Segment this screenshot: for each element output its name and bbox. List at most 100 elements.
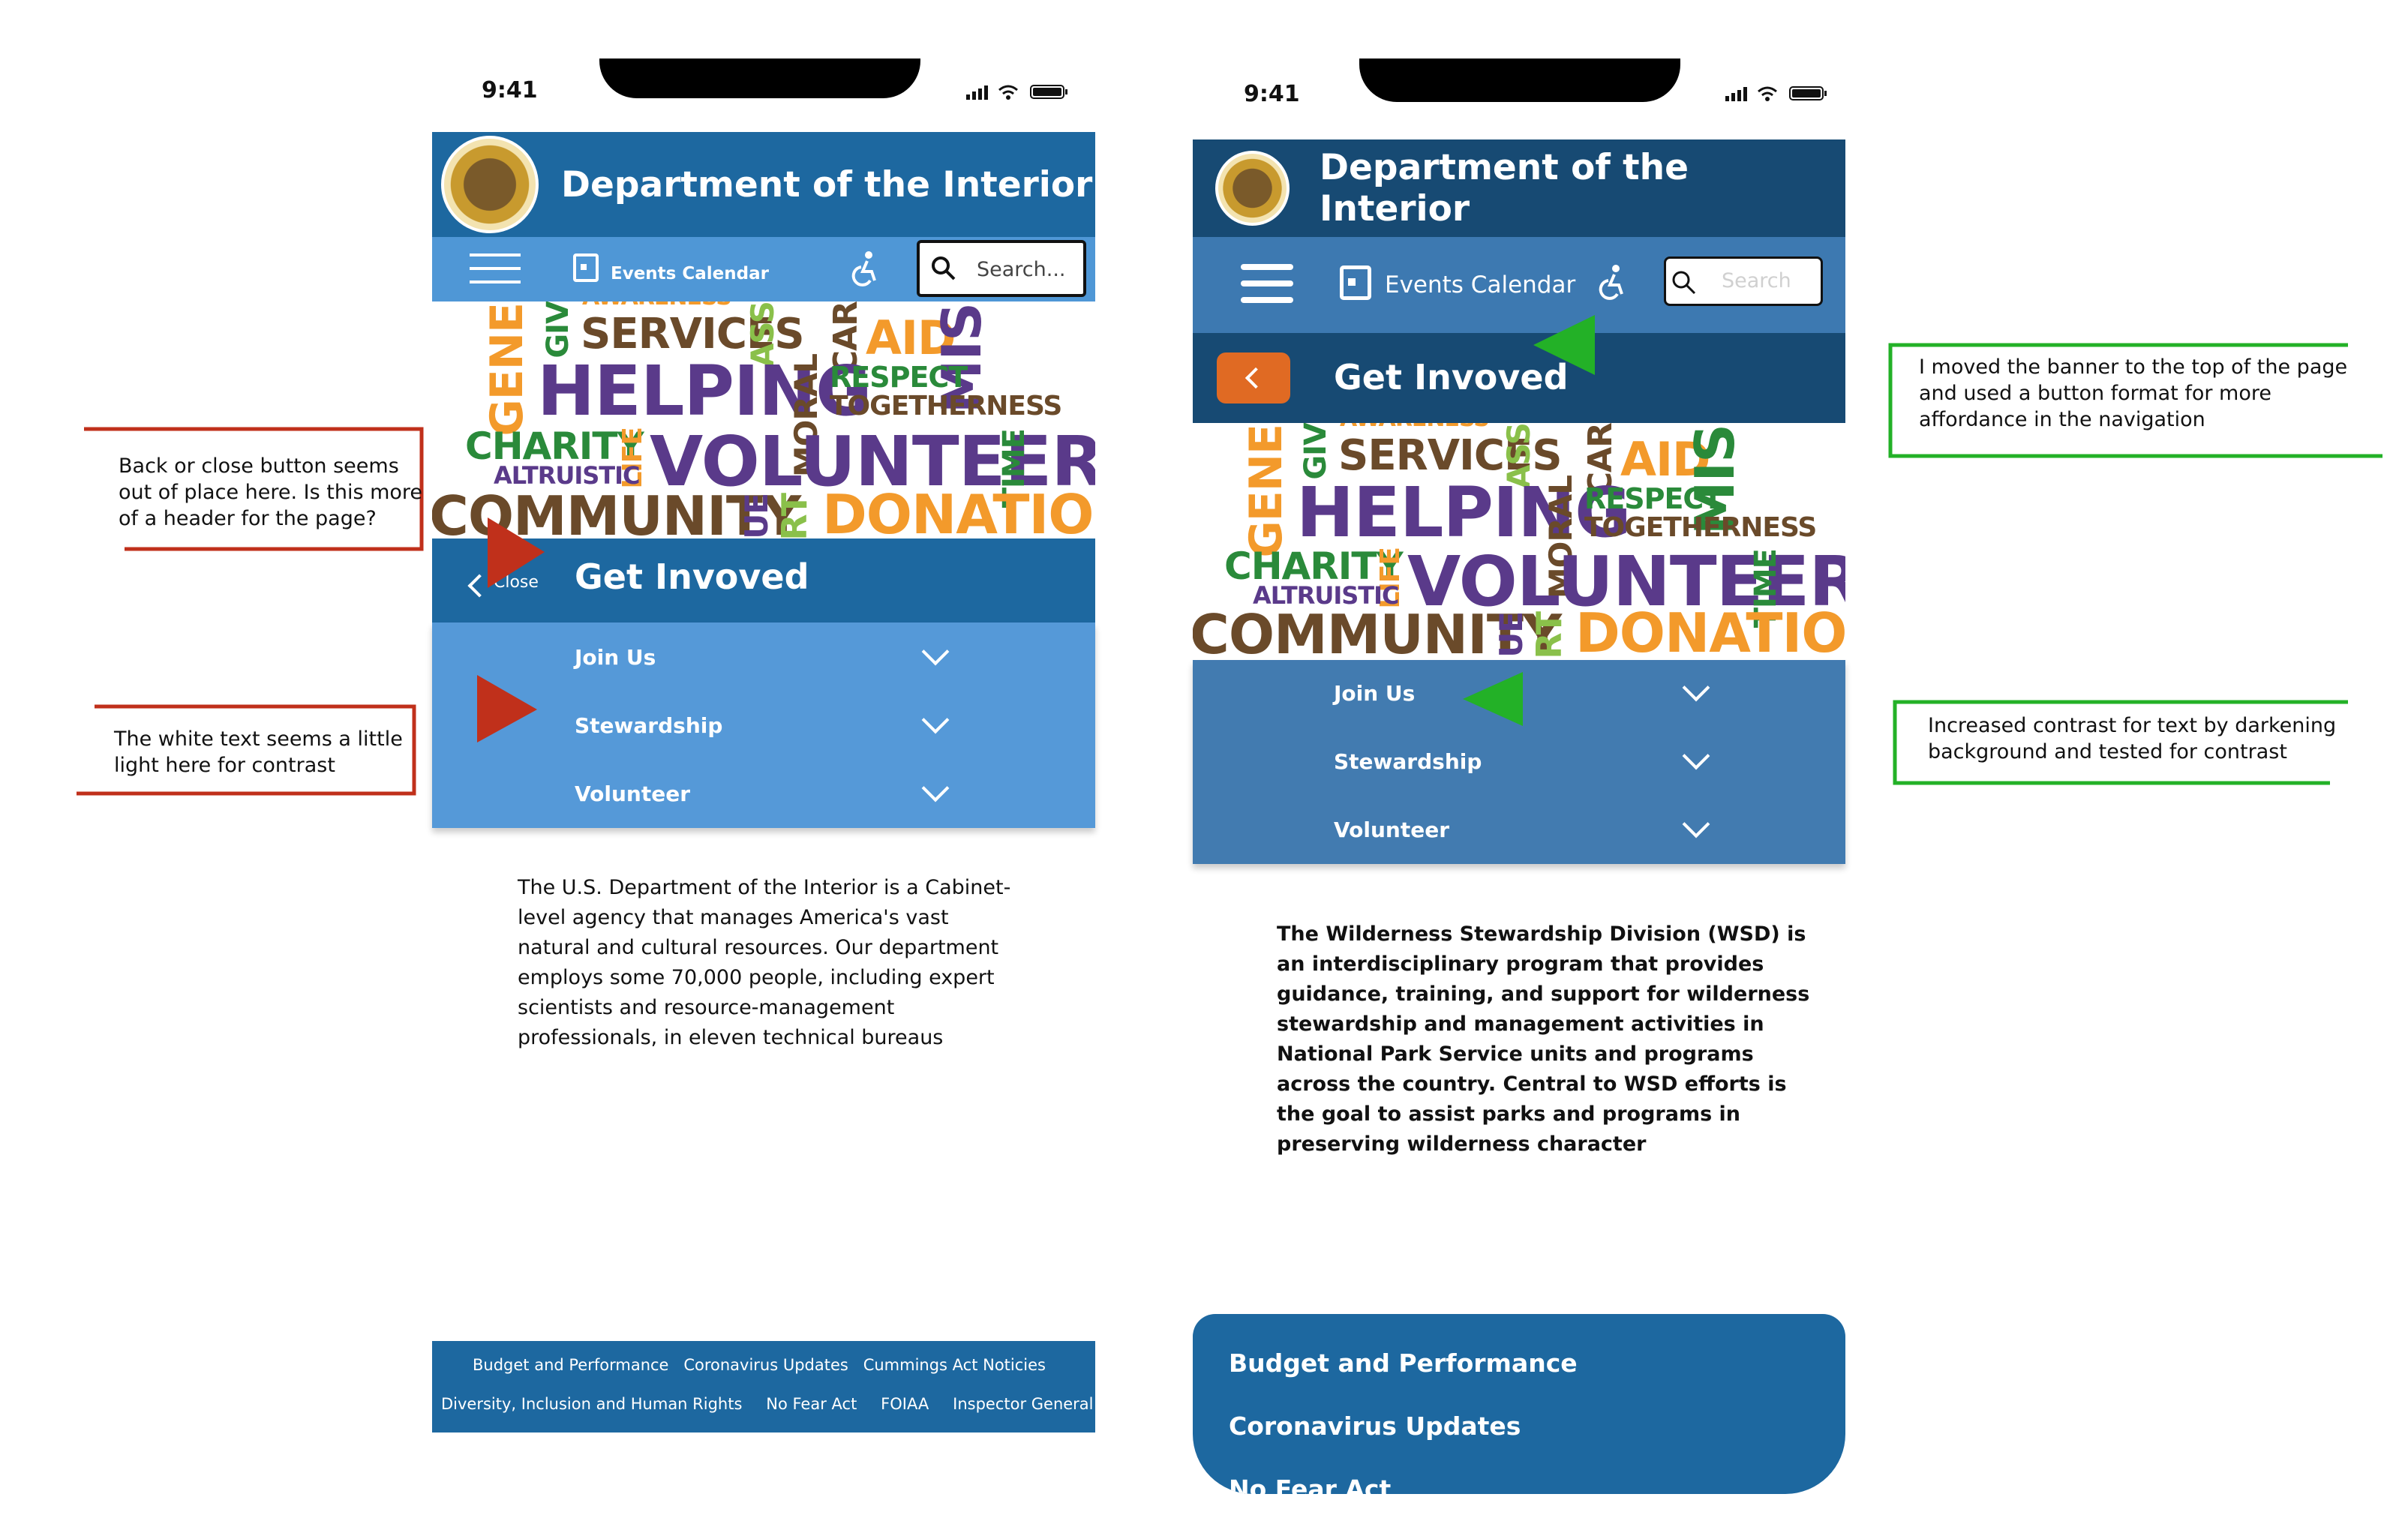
chevron-down-icon[interactable] — [921, 638, 950, 666]
annotation-close-button: Back or close button seems out of place … — [119, 453, 422, 532]
footer-link[interactable]: Coronavirus Updates — [683, 1356, 848, 1374]
annotation-increased-contrast: Increased contrast for text by darkening… — [1928, 712, 2336, 765]
annotation-line: affordance in the navigation — [1919, 408, 2205, 431]
annotation-line: The white text seems a little — [114, 728, 403, 751]
word: TOGETHERNESS — [1584, 512, 1817, 543]
volunteer-word-cloud: GENE GIV AWARENESS SERVICES ASS CAR AID … — [1193, 423, 1845, 660]
search-field[interactable]: Search — [1664, 256, 1823, 306]
header-title: Department of the Interior — [561, 164, 1093, 206]
doi-seal-logo — [1215, 151, 1290, 226]
menu-item-volunteer[interactable]: Volunteer — [1334, 818, 1449, 842]
footer: Budget and Performance Coronavirus Updat… — [1193, 1314, 1845, 1494]
close-label: Close — [494, 573, 539, 592]
search-icon — [1671, 269, 1698, 300]
calendar-icon — [573, 254, 599, 282]
annotation-line: Back or close button seems — [119, 454, 399, 478]
annotation-line: I moved the banner to the top of the pag… — [1919, 356, 2348, 379]
chevron-down-icon[interactable] — [1682, 810, 1710, 838]
footer-link[interactable]: Inspector General — [953, 1395, 1093, 1413]
menu-item-join-us[interactable]: Join Us — [1334, 681, 1415, 706]
doi-seal-logo — [441, 136, 539, 233]
menu-item-volunteer[interactable]: Volunteer — [575, 782, 690, 806]
footer-link[interactable]: Budget and Performance — [473, 1356, 668, 1374]
footer-link[interactable]: No Fear Act — [766, 1395, 857, 1413]
text-line: National Park Service units and programs — [1277, 1042, 1754, 1066]
chevron-down-icon[interactable] — [1682, 742, 1710, 770]
header-title: Department of the Interior — [1320, 147, 1689, 230]
text-line: natural and cultural resources. Our depa… — [518, 936, 999, 959]
footer-row: Budget and Performance Coronavirus Updat… — [473, 1356, 1046, 1375]
text-line: scientists and resource-management — [518, 996, 895, 1019]
word: GIV — [1299, 423, 1333, 480]
annotation-line: Increased contrast for text by darkening — [1928, 714, 2337, 737]
menu-item-join-us[interactable]: Join Us — [575, 645, 656, 670]
hamburger-menu-icon[interactable] — [1241, 264, 1293, 306]
accessibility-icon[interactable] — [1596, 264, 1626, 305]
word: AWARENESS — [1340, 423, 1490, 430]
menu-item-stewardship[interactable]: Stewardship — [1334, 749, 1482, 774]
word: GIV — [541, 302, 575, 358]
accessibility-icon[interactable] — [849, 250, 879, 290]
chevron-down-icon[interactable] — [921, 706, 950, 734]
status-time: 9:41 — [1244, 81, 1300, 107]
text-line: an interdisciplinary program that provid… — [1277, 952, 1764, 976]
app-header: Department of the Interior — [432, 132, 1095, 237]
footer-link[interactable]: Cummings Act Noticies — [863, 1356, 1046, 1374]
close-button[interactable]: Close — [465, 568, 548, 598]
chevron-down-icon[interactable] — [921, 774, 950, 802]
annotation-line: light here for contrast — [114, 754, 335, 777]
page-description: The U.S. Department of the Interior is a… — [518, 873, 1058, 1053]
chevron-left-icon — [467, 574, 491, 598]
text-line: stewardship and management activities in — [1277, 1012, 1764, 1036]
word: GENE — [481, 303, 533, 436]
annotation-moved-banner: I moved the banner to the top of the pag… — [1919, 354, 2347, 433]
annotation-line: of a header for the page? — [119, 507, 377, 530]
status-icons — [966, 82, 1079, 104]
text-line: across the country. Central to WSD effor… — [1277, 1072, 1787, 1096]
menu-item-stewardship[interactable]: Stewardship — [575, 713, 722, 738]
footer-link[interactable]: Coronavirus Updates — [1229, 1412, 1521, 1441]
search-field[interactable]: Search... — [917, 240, 1086, 297]
get-involved-header: Get Invoved — [1193, 333, 1845, 423]
word: GENE — [1240, 424, 1293, 558]
word: HELPING — [1296, 472, 1632, 553]
chevron-down-icon[interactable] — [1682, 674, 1710, 702]
text-line: The U.S. Department of the Interior is a… — [518, 876, 1011, 899]
text-line: level agency that manages America's vast — [518, 906, 949, 929]
status-icons — [1725, 84, 1838, 106]
back-button[interactable] — [1217, 352, 1290, 404]
footer: Budget and Performance Coronavirus Updat… — [432, 1341, 1095, 1432]
nav-bar: Events Calendar Search — [1193, 237, 1845, 333]
status-time: 9:41 — [482, 77, 538, 104]
chevron-left-icon — [1245, 367, 1267, 389]
get-involved-header: Close Get Invoved — [432, 538, 1095, 622]
section-title: Get Invoved — [1334, 357, 1569, 398]
search-placeholder: Search — [1722, 269, 1791, 292]
hamburger-menu-icon[interactable] — [470, 254, 521, 285]
search-placeholder: Search... — [977, 258, 1066, 281]
word: CHARITY — [465, 424, 644, 468]
word: UE — [1493, 612, 1530, 658]
annotation-line: and used a button format for more — [1919, 382, 2271, 405]
app-header: Department of the Interior — [1193, 140, 1845, 237]
word: RT — [774, 494, 815, 541]
footer-row: Diversity, Inclusion and Human Rights No… — [441, 1395, 1094, 1414]
footer-link[interactable]: Budget and Performance — [1229, 1348, 1578, 1378]
volunteer-word-cloud: GENE GIV AWARENESS SERVICES ASS CAR AID … — [432, 302, 1095, 542]
word: RT — [1529, 612, 1569, 659]
search-icon — [930, 255, 957, 286]
footer-link[interactable]: No Fear Act — [1229, 1474, 1391, 1494]
events-calendar-link[interactable]: Events Calendar — [611, 264, 769, 284]
word: UE — [738, 494, 775, 539]
events-calendar-link[interactable]: Events Calendar — [1385, 272, 1575, 298]
annotation-contrast: The white text seems a little light here… — [114, 726, 403, 778]
accordion-menu: Join Us Stewardship Volunteer — [432, 622, 1095, 828]
page-description: The Wilderness Stewardship Division (WSD… — [1277, 920, 1817, 1160]
footer-link[interactable]: Diversity, Inclusion and Human Rights — [441, 1395, 742, 1413]
text-line: preserving wilderness character — [1277, 1132, 1647, 1156]
footer-link[interactable]: FOIAA — [881, 1395, 929, 1413]
phone-notch — [1359, 58, 1680, 102]
text-line: professionals, in eleven technical burea… — [518, 1026, 944, 1049]
text-line: guidance, training, and support for wild… — [1277, 982, 1810, 1006]
calendar-icon — [1340, 266, 1371, 300]
